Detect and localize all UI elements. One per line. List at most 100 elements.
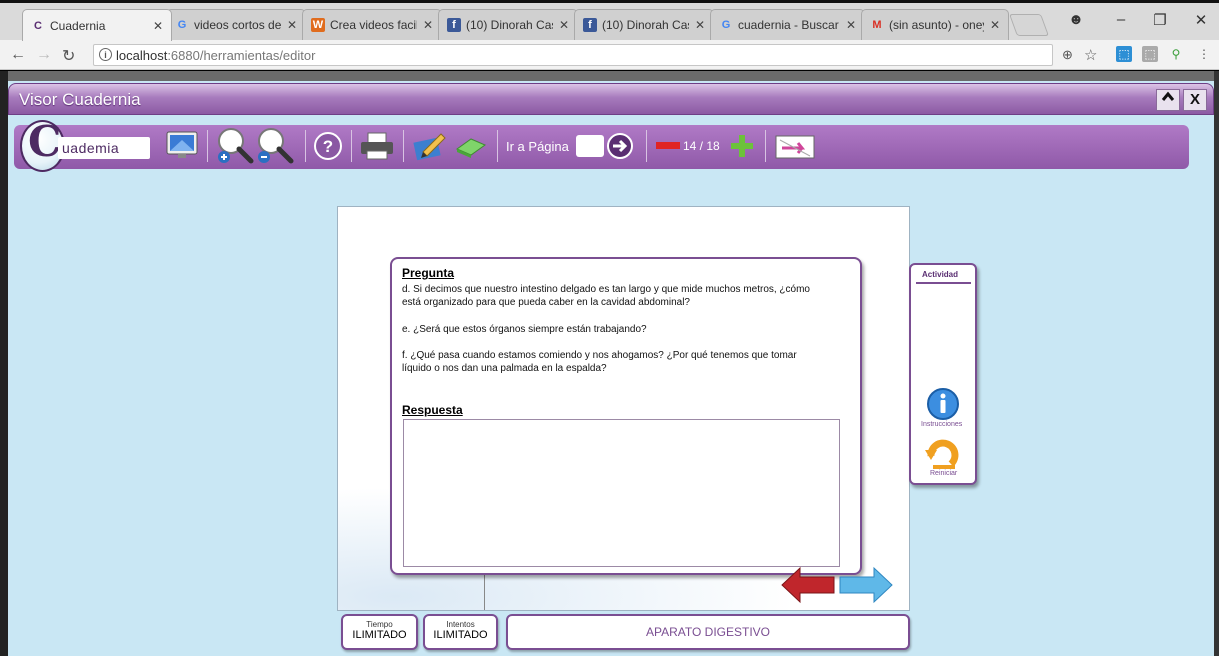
question-d-line2: está organizado para que pueda caber en … bbox=[402, 297, 690, 308]
activity-underline bbox=[916, 282, 971, 284]
attempts-label: Intentos bbox=[446, 620, 475, 629]
browser-tab-strip: C Cuadernia ✕ G videos cortos de b ✕ W C… bbox=[0, 0, 1219, 41]
logo-text: uademia bbox=[58, 137, 150, 159]
answer-field[interactable] bbox=[403, 419, 840, 567]
reset-icon[interactable] bbox=[925, 436, 961, 470]
tab-close-icon[interactable]: ✕ bbox=[559, 18, 569, 32]
google-favicon-icon: G bbox=[721, 19, 731, 31]
question-d-line1: d. Si decimos que nuestro intestino delg… bbox=[402, 284, 810, 295]
page-right-edge bbox=[1214, 71, 1219, 656]
cuadernia-favicon-icon: C bbox=[34, 19, 42, 32]
eraser-icon[interactable] bbox=[453, 135, 489, 159]
question-e: e. ¿Será que estos órganos siempre están… bbox=[402, 324, 647, 335]
info-icon[interactable]: i bbox=[99, 48, 112, 61]
gmail-favicon-icon: M bbox=[872, 19, 882, 31]
zoom-in-icon[interactable] bbox=[215, 127, 255, 165]
wevideo-favicon-icon: W bbox=[311, 18, 325, 32]
tab-cuadernia[interactable]: C Cuadernia ✕ bbox=[22, 9, 172, 41]
extension-icon[interactable]: ⬚ bbox=[1142, 46, 1158, 62]
page-top-strip bbox=[0, 71, 1219, 81]
edit-icon[interactable] bbox=[411, 130, 447, 162]
tab-close-icon[interactable]: ✕ bbox=[287, 18, 297, 32]
minimize-icon[interactable]: – bbox=[1106, 11, 1136, 28]
tab-close-icon[interactable]: ✕ bbox=[846, 18, 856, 32]
url-path: :6880/herramientas/editor bbox=[167, 47, 316, 63]
viewer-titlebar: Visor Cuadernia X bbox=[8, 83, 1214, 115]
page-left-edge bbox=[0, 71, 8, 656]
answer-heading: Respuesta bbox=[402, 403, 463, 417]
tab-close-icon[interactable]: ✕ bbox=[990, 18, 1000, 32]
previous-slide-arrow-icon[interactable] bbox=[780, 566, 836, 604]
reload-icon[interactable]: ↻ bbox=[62, 46, 75, 66]
page-indicator: 14 / 18 bbox=[683, 139, 720, 153]
facebook-favicon-icon: f bbox=[447, 18, 461, 32]
tab-title: (10) Dinorah Castil bbox=[466, 18, 553, 32]
question-f-line2: líquido o nos dan una palmada en la espa… bbox=[402, 363, 607, 374]
attempts-status-box: Intentos ILIMITADO bbox=[423, 614, 498, 650]
tab-google-search-1[interactable]: G videos cortos de b ✕ bbox=[166, 9, 306, 40]
tab-google-search-2[interactable]: G cuadernia - Buscar ✕ bbox=[710, 9, 865, 40]
question-heading: Pregunta bbox=[402, 266, 455, 280]
tab-facebook-1[interactable]: f (10) Dinorah Castil ✕ bbox=[438, 9, 578, 40]
back-arrow-icon[interactable]: ← bbox=[10, 46, 26, 64]
forward-arrow-icon[interactable]: → bbox=[36, 46, 52, 64]
tab-close-icon[interactable]: ✕ bbox=[695, 18, 705, 32]
address-bar[interactable]: i localhost:6880/herramientas/editor bbox=[93, 44, 1053, 66]
collapse-button[interactable] bbox=[1156, 89, 1180, 111]
activity-title: Actividad bbox=[922, 270, 959, 279]
next-slide-arrow-icon[interactable] bbox=[838, 566, 894, 604]
browser-toolbar: ← → ↻ i localhost:6880/herramientas/edit… bbox=[0, 40, 1219, 70]
tab-close-icon[interactable]: ✕ bbox=[153, 19, 163, 33]
tab-facebook-2[interactable]: f (10) Dinorah Castil ✕ bbox=[574, 9, 714, 40]
close-viewer-button[interactable]: X bbox=[1183, 89, 1207, 111]
toolbar-separator bbox=[403, 130, 404, 162]
toolbar-separator bbox=[646, 130, 647, 162]
next-page-plus-icon[interactable] bbox=[731, 135, 753, 157]
help-icon[interactable]: ? bbox=[313, 131, 343, 161]
maximize-icon[interactable]: ❐ bbox=[1145, 11, 1175, 29]
toolbar-separator bbox=[351, 130, 352, 162]
new-tab-button[interactable] bbox=[1008, 14, 1050, 36]
tab-close-icon[interactable]: ✕ bbox=[423, 18, 433, 32]
tab-wevideo[interactable]: W Crea videos facilm ✕ bbox=[302, 9, 442, 40]
tab-title: Crea videos facilm bbox=[330, 18, 417, 32]
time-label: Tiempo bbox=[366, 620, 393, 629]
tab-gmail[interactable]: M (sin asunto) - oney ✕ bbox=[861, 9, 1009, 40]
toolbar-separator bbox=[305, 130, 306, 162]
toolbar-separator bbox=[765, 130, 766, 162]
topic-title: APARATO DIGESTIVO bbox=[645, 625, 771, 639]
instructions-icon[interactable] bbox=[926, 387, 960, 421]
star-icon[interactable]: ☆ bbox=[1084, 46, 1097, 64]
close-icon[interactable]: ✕ bbox=[1186, 11, 1216, 29]
zoom-icon[interactable]: ⊕ bbox=[1062, 47, 1073, 63]
extension-icon[interactable]: ⬚ bbox=[1116, 46, 1132, 62]
prev-page-minus-icon[interactable] bbox=[656, 142, 680, 150]
reset-label[interactable]: Reiniciar bbox=[930, 470, 957, 477]
goto-page-input[interactable] bbox=[576, 135, 604, 157]
toolbar-separator bbox=[497, 130, 498, 162]
extension-icon[interactable]: ⚲ bbox=[1168, 46, 1184, 62]
zoom-out-icon[interactable] bbox=[255, 127, 295, 165]
google-favicon-icon: G bbox=[177, 19, 187, 31]
topic-status-box: APARATO DIGESTIVO bbox=[506, 614, 910, 650]
account-icon[interactable]: ☻ bbox=[1061, 11, 1091, 28]
goto-page-label: Ir a Página bbox=[506, 139, 569, 154]
tab-title: videos cortos de b bbox=[194, 18, 281, 32]
attempts-value: ILIMITADO bbox=[433, 629, 488, 641]
chevron-up-icon bbox=[1161, 91, 1175, 101]
go-arrow-icon[interactable] bbox=[606, 132, 634, 160]
menu-icon[interactable]: ⋮ bbox=[1196, 46, 1212, 62]
tab-title: (sin asunto) - oney bbox=[889, 18, 984, 32]
toolbar-separator bbox=[207, 130, 208, 162]
url-host: localhost bbox=[116, 47, 168, 63]
viewer-title: Visor Cuadernia bbox=[19, 90, 141, 109]
tab-title: cuadernia - Buscar bbox=[738, 18, 839, 32]
facebook-favicon-icon: f bbox=[583, 18, 597, 32]
monitor-icon[interactable] bbox=[165, 130, 199, 162]
logo-letter: C bbox=[28, 117, 62, 166]
tab-title: Cuadernia bbox=[50, 18, 106, 33]
print-icon[interactable] bbox=[359, 131, 395, 161]
export-icon[interactable] bbox=[774, 132, 818, 160]
instructions-label[interactable]: Instrucciones bbox=[921, 421, 962, 428]
question-f-line1: f. ¿Qué pasa cuando estamos comiendo y n… bbox=[402, 350, 797, 361]
